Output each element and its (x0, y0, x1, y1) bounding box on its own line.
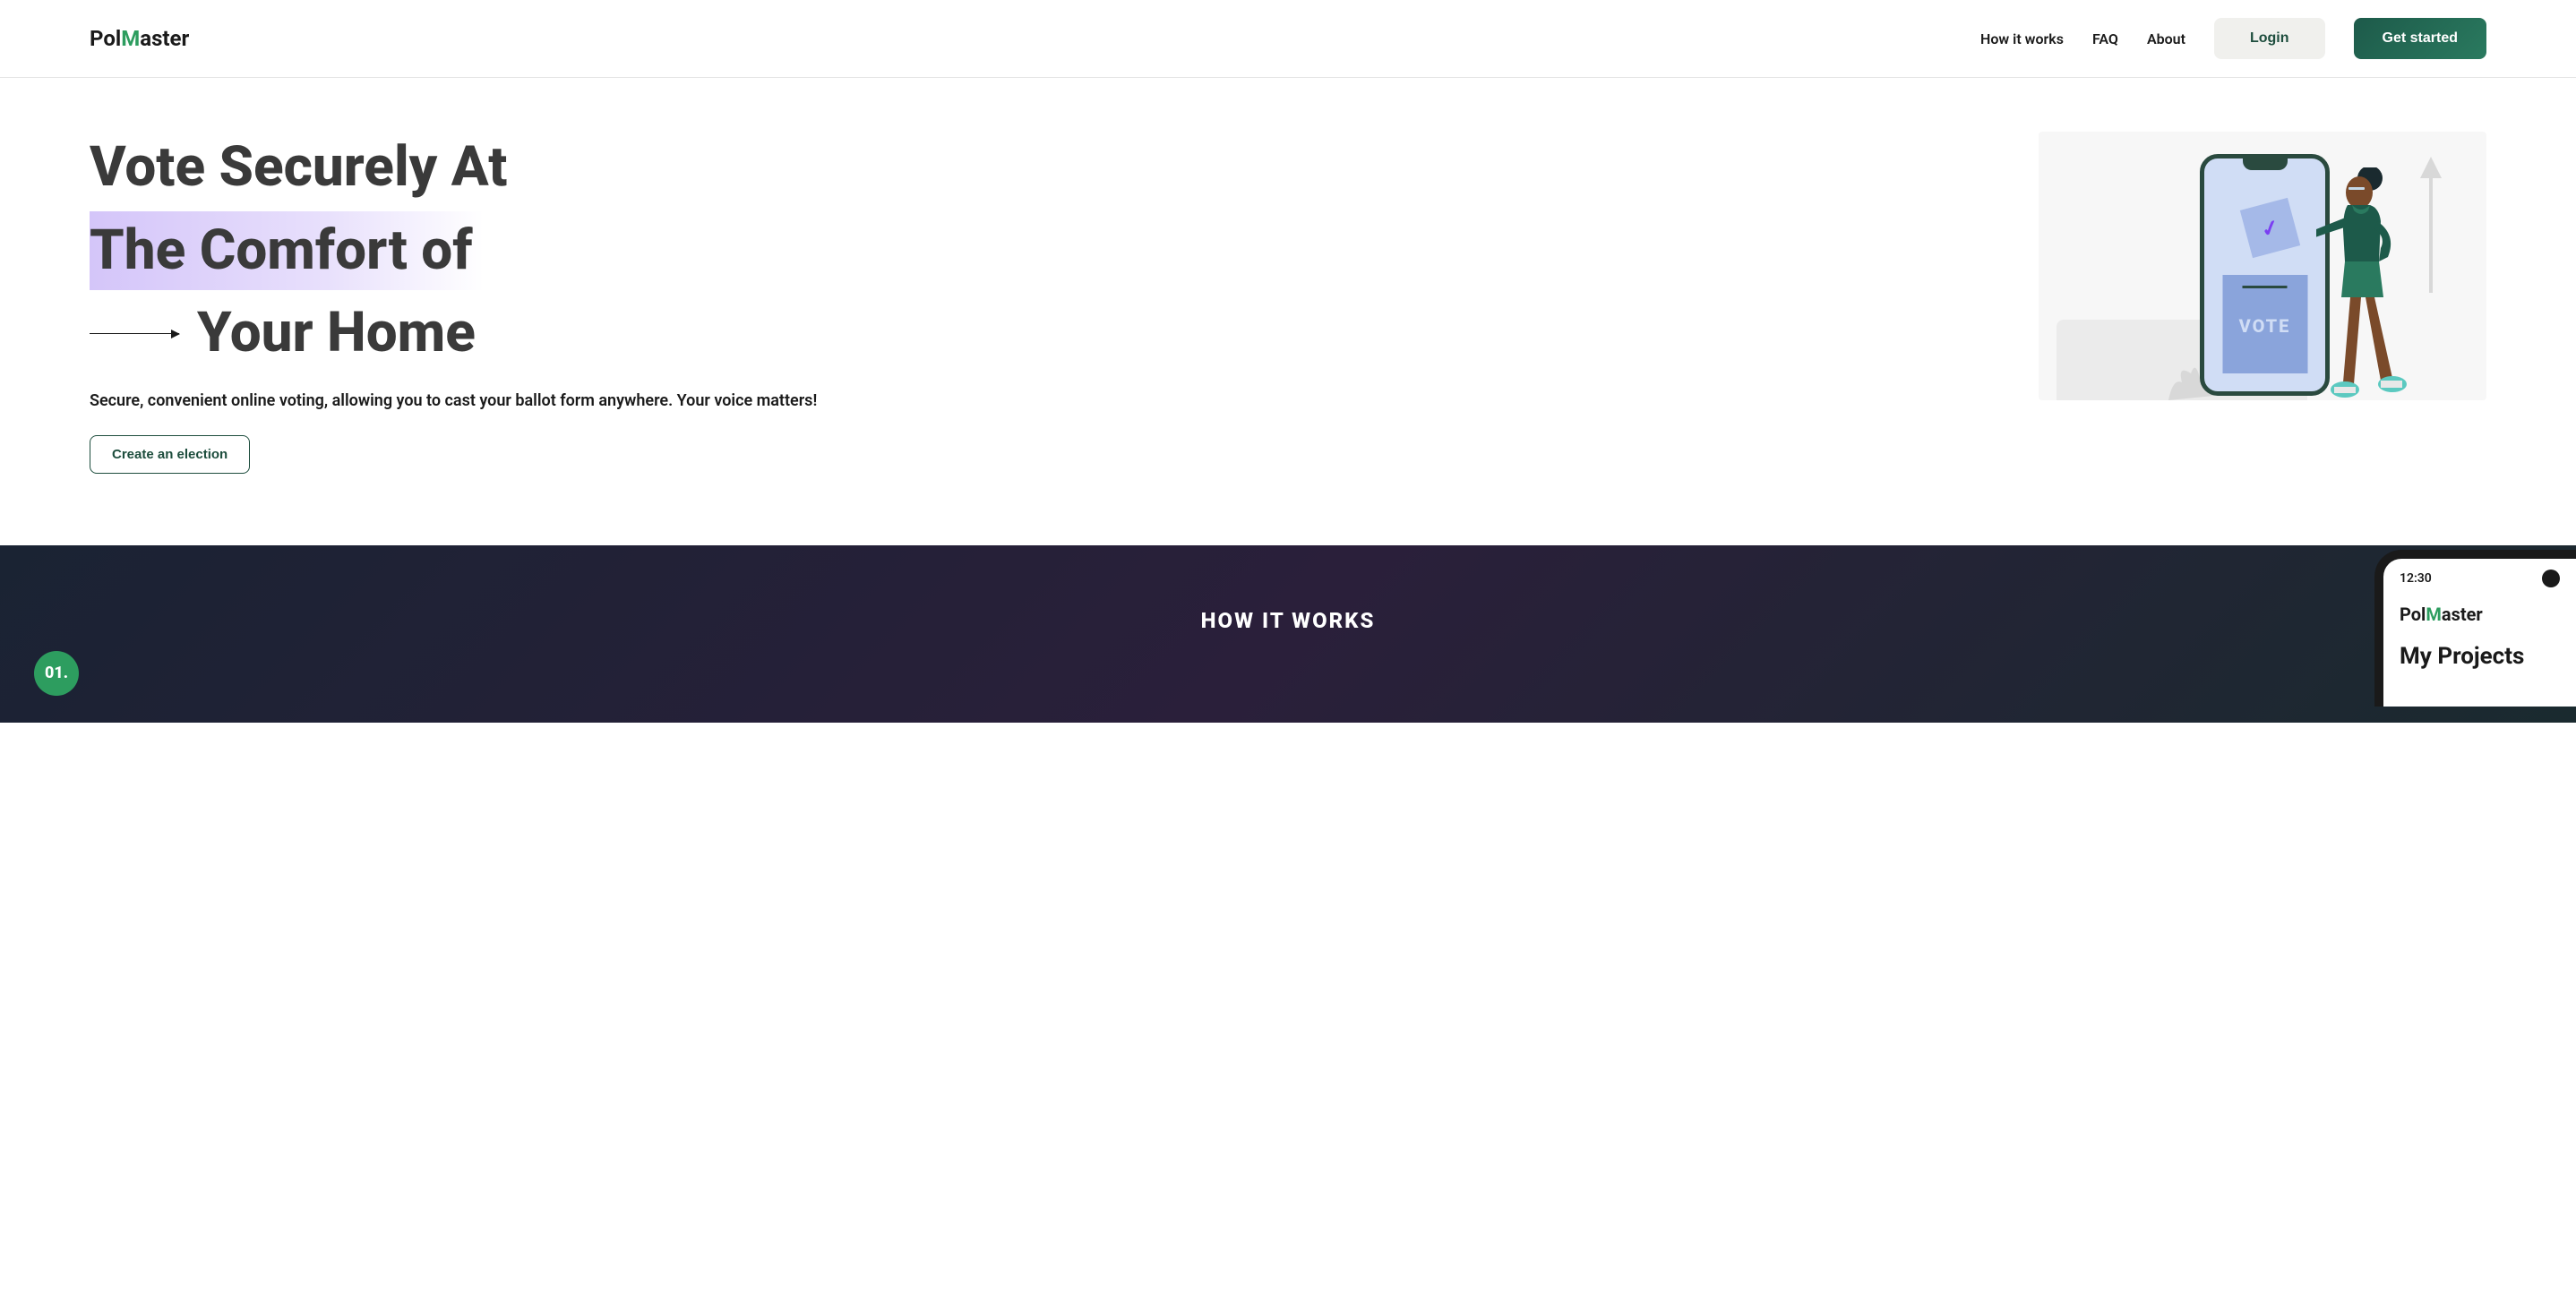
my-projects-title: My Projects (2400, 643, 2560, 670)
logo-suffix: aster (140, 26, 189, 51)
phone-logo: PolMaster (2400, 604, 2560, 625)
logo-prefix: Pol (90, 26, 121, 51)
create-election-button[interactable]: Create an election (90, 435, 250, 474)
phone-illustration: ✓ VOTE (2200, 154, 2330, 396)
phone-camera-icon (2542, 570, 2560, 587)
phone-notch (2243, 158, 2288, 170)
nav-faq[interactable]: FAQ (2092, 30, 2118, 47)
logo-m-icon: M (121, 26, 140, 51)
hero-section: Vote Securely At The Comfort of Your Hom… (0, 78, 2576, 545)
arrow-right-icon (90, 333, 179, 334)
how-it-works-section: HOW IT WORKS 01. 12:30 PolMaster My Proj… (0, 545, 2576, 723)
hero-title-line2: The Comfort of (90, 211, 1985, 291)
hero-title-line1: Vote Securely At (90, 132, 1985, 204)
ballot-slot (2243, 286, 2288, 288)
get-started-button[interactable]: Get started (2354, 18, 2486, 59)
phone-status-bar: 12:30 (2400, 570, 2560, 587)
login-button[interactable]: Login (2214, 18, 2325, 59)
phone-logo-prefix: Pol (2400, 604, 2426, 625)
site-header: PolMaster How it works FAQ About Login G… (0, 0, 2576, 78)
nav-about[interactable]: About (2147, 30, 2185, 47)
hero-title-line3: Your Home (90, 297, 1985, 370)
hero-title-text3: Your Home (197, 297, 476, 370)
phone-logo-suffix: aster (2442, 604, 2483, 625)
hero-illustration: ✓ VOTE (2039, 132, 2486, 400)
checkmark-icon: ✓ (2258, 213, 2282, 242)
step-01-badge: 01. (34, 651, 79, 696)
phone-time: 12:30 (2400, 571, 2432, 586)
nav-how-it-works[interactable]: How it works (1980, 30, 2064, 47)
phone-logo-m-icon: M (2426, 604, 2442, 625)
ballot-box-label: VOTE (2239, 315, 2291, 337)
hero-text: Vote Securely At The Comfort of Your Hom… (90, 132, 1985, 474)
ballot-box-icon: VOTE (2222, 275, 2307, 373)
logo[interactable]: PolMaster (90, 26, 189, 51)
person-illustration (2316, 167, 2433, 405)
hero-subtitle: Secure, convenient online voting, allowi… (90, 391, 1985, 410)
phone-mockup: 12:30 PolMaster My Projects (2374, 550, 2576, 707)
hero-title-highlight: The Comfort of (90, 211, 484, 291)
how-it-works-title: HOW IT WORKS (90, 608, 2486, 633)
main-nav: How it works FAQ About Login Get started (1980, 18, 2486, 59)
ballot-paper-icon: ✓ (2239, 198, 2299, 258)
